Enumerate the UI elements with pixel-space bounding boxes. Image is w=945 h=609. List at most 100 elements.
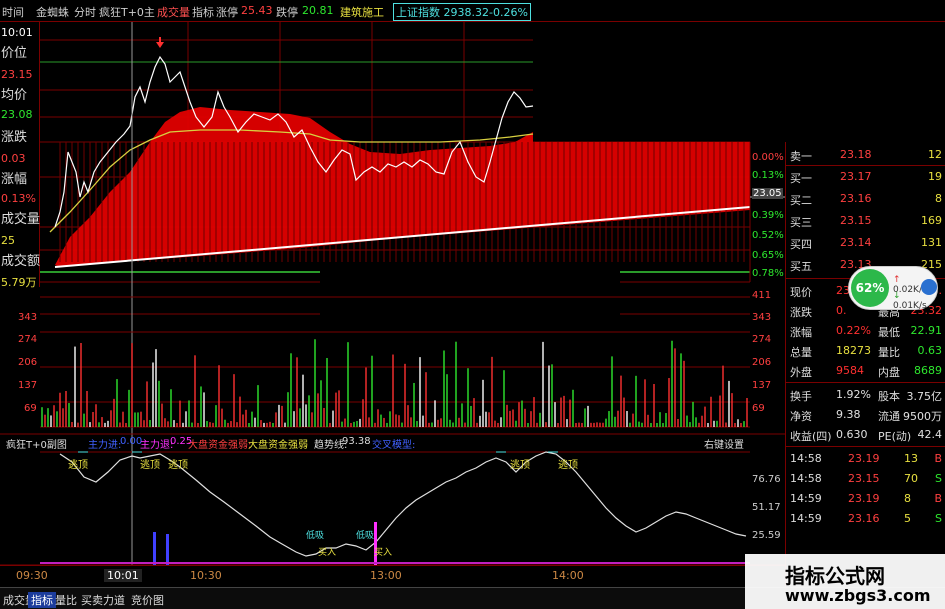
tab-fenshi[interactable]: 分时 [74, 4, 96, 20]
widget-ie-icon[interactable] [921, 279, 937, 295]
watermark: 指标公式网 www.zbgs3.com [745, 554, 945, 609]
pct-value: 0.13% [1, 192, 36, 205]
stat-label: 涨幅 [790, 326, 812, 339]
book-level-label: 买四 [790, 238, 812, 251]
stat-label: 现价 [790, 286, 812, 299]
index-link[interactable]: 上证指数 2938.32-0.26% [393, 3, 531, 21]
stat-separator [786, 382, 945, 383]
price-value: 23.15 [1, 68, 33, 81]
stat-label: 收益(四) [790, 430, 832, 443]
left-info-column: 10:01 价位 23.15 均价 23.08 涨跌 0.03 涨幅 0.13%… [0, 22, 40, 289]
stat-value: 22.91 [910, 324, 943, 337]
tag-buy-2: 买入 [374, 548, 393, 558]
order-book-row[interactable]: 买一 23.17 19 [786, 168, 945, 186]
vol-axis-3: 206 [752, 357, 772, 368]
book-level-label: 买二 [790, 194, 812, 207]
time-1030: 10:30 [190, 569, 222, 582]
trade-volume: 8 [904, 492, 911, 505]
stat-label: 换手 [790, 390, 812, 403]
trades-separator [786, 446, 945, 447]
axis-price-current: 23.05 [752, 188, 783, 199]
limit-down-label: 跌停 [276, 6, 298, 19]
vol-axis-left-2: 206 [18, 357, 38, 368]
vol-axis-0: 411 [752, 290, 772, 301]
tab-indicator[interactable]: 指标 [192, 4, 214, 20]
avg-value: 23.08 [1, 108, 33, 121]
big-money-label: 大盘资金强弱: [188, 440, 252, 451]
change-value: 0.03 [1, 152, 26, 165]
trade-row: 14:58 23.19 13 B [786, 450, 945, 468]
sub-axis-0: 76.76 [752, 474, 781, 485]
trade-time: 14:59 [790, 512, 822, 525]
speed-percent-badge: 62% [851, 269, 889, 307]
cursor-time: 10:01 [1, 26, 33, 39]
tab-bottom-auction[interactable]: 竞价图 [128, 592, 167, 608]
tab-crazy-t0[interactable]: 疯狂T+0主 [99, 4, 155, 20]
tag-escape-2: 逃顶 [140, 460, 160, 471]
watermark-title: 指标公式网 [785, 564, 885, 588]
vol-axis-left-1: 274 [18, 334, 38, 345]
sector-link[interactable]: 建筑施工 [340, 4, 384, 20]
tag-lowbuy-2: 低吸 [356, 531, 375, 541]
trade-volume: 70 [904, 472, 918, 485]
limit-up-label: 涨停 [216, 6, 238, 19]
high-marker-icon [156, 37, 164, 48]
vol-axis-left-0: 343 [18, 312, 38, 323]
stat-row: 涨幅 0.22% 最低 22.91 [786, 322, 945, 340]
settings-link[interactable]: 右键设置 [704, 436, 744, 451]
book-separator [786, 165, 945, 166]
stat-label: 总量 [790, 346, 812, 359]
order-book-row[interactable]: 买三 23.15 169 [786, 212, 945, 230]
stat-value: 9.38 [836, 408, 861, 421]
trade-time: 14:58 [790, 472, 822, 485]
stat-row: 外盘 9584 内盘 8689 [786, 362, 945, 380]
sub-axis-2: 25.59 [752, 530, 781, 541]
vol-axis-2: 274 [752, 334, 772, 345]
sub-trend-line [59, 451, 747, 557]
watermark-url: www.zbgs3.com [785, 586, 931, 605]
tab-bottom-force[interactable]: 买卖力道 [78, 592, 128, 608]
stat-value: 42.4 [917, 428, 943, 441]
book-volume: 131 [921, 236, 942, 249]
stat-label: 股本 [878, 390, 900, 403]
axis-pct-4: 0.65% [752, 250, 784, 261]
book-level-label: 买三 [790, 216, 812, 229]
stat-label: 涨跌 [790, 306, 812, 319]
tab-bottom-volratio[interactable]: 量比 [52, 592, 80, 608]
stat-label: 内盘 [878, 366, 900, 379]
axis-pct-5: 0.78% [752, 268, 784, 279]
intraday-chart[interactable] [0, 22, 785, 565]
network-speed-widget[interactable]: 62% ↑ 0.02K/s ↓ 0.01K/s [848, 266, 938, 311]
stat-label: 量比 [878, 346, 900, 359]
main-in-value: 0.00 [120, 436, 143, 447]
volume-value: 25 [1, 234, 15, 247]
limit-down-value: 20.81 [302, 4, 334, 17]
order-book-row[interactable]: 卖一 23.18 12 [786, 146, 945, 164]
tab-volume[interactable]: 成交量 [157, 4, 190, 20]
stat-label: 流通 [878, 410, 900, 423]
order-book-row[interactable]: 买四 23.14 131 [786, 234, 945, 252]
trade-price: 23.19 [848, 452, 880, 465]
trade-price: 23.16 [848, 512, 880, 525]
time-header: 时间 [2, 6, 24, 19]
trade-side: B [934, 492, 942, 505]
sub-axis-1: 51.17 [752, 502, 781, 513]
tag-buy-1: 买入 [318, 548, 337, 558]
stat-value: 0. [836, 304, 847, 317]
stat-value: 0.630 [836, 428, 868, 441]
tab-jinzhizhu[interactable]: 金蜘蛛 [36, 4, 69, 20]
sub-chart-name[interactable]: 疯狂T+0副图 [6, 436, 67, 451]
order-book-row[interactable]: 买二 23.16 8 [786, 190, 945, 208]
stat-label: 净资 [790, 410, 812, 423]
time-1400: 14:00 [552, 569, 584, 582]
trade-volume: 13 [904, 452, 918, 465]
stat-value: 3.75亿 [906, 390, 943, 403]
stat-value: 18273 [836, 344, 871, 357]
trend-value: 93.38 [342, 436, 371, 447]
stat-label: 最低 [878, 326, 900, 339]
tag-lowbuy-1: 低吸 [306, 531, 325, 541]
book-volume: 8 [935, 192, 942, 205]
trade-volume: 5 [904, 512, 911, 525]
top-toolbar: 时间 金蜘蛛 分时 疯狂T+0主 成交量 指标 涨停 25.43 跌停 20.8… [0, 0, 945, 22]
stat-value: 9500万 [903, 410, 942, 423]
